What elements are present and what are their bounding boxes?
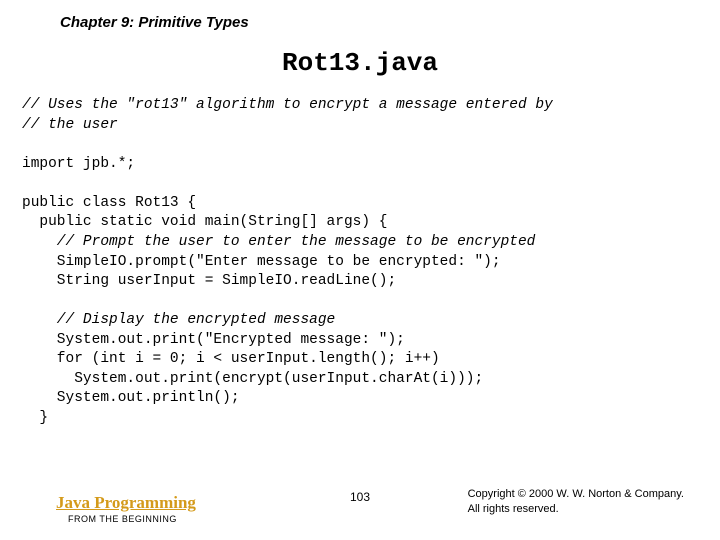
code-line: public static void main(String[] args) { bbox=[22, 214, 387, 230]
code-comment: // Prompt the user to enter the message … bbox=[22, 234, 535, 250]
code-line: System.out.println(); bbox=[22, 390, 240, 406]
footer-left: Java Programming FROM THE BEGINNING bbox=[56, 493, 196, 524]
code-line: public class Rot13 { bbox=[22, 195, 196, 211]
copyright-line: All rights reserved. bbox=[468, 502, 684, 516]
code-comment: // Display the encrypted message bbox=[22, 312, 335, 328]
code-line: String userInput = SimpleIO.readLine(); bbox=[22, 273, 396, 289]
code-line: for (int i = 0; i < userInput.length(); … bbox=[22, 351, 440, 367]
page-number: 103 bbox=[350, 490, 370, 504]
footer: Java Programming FROM THE BEGINNING 103 … bbox=[0, 476, 720, 526]
copyright-line: Copyright © 2000 W. W. Norton & Company. bbox=[468, 487, 684, 501]
book-title: Java Programming bbox=[56, 493, 196, 513]
code-line: System.out.print(encrypt(userInput.charA… bbox=[22, 371, 483, 387]
code-comment: // Uses the "rot13" algorithm to encrypt… bbox=[22, 97, 553, 113]
copyright: Copyright © 2000 W. W. Norton & Company.… bbox=[468, 487, 684, 516]
code-comment: // the user bbox=[22, 117, 118, 133]
code-block: // Uses the "rot13" algorithm to encrypt… bbox=[22, 96, 710, 429]
code-line: SimpleIO.prompt("Enter message to be enc… bbox=[22, 254, 501, 270]
file-title: Rot13.java bbox=[0, 48, 720, 78]
code-line: System.out.print("Encrypted message: "); bbox=[22, 332, 405, 348]
code-line: import jpb.*; bbox=[22, 156, 135, 172]
chapter-heading: Chapter 9: Primitive Types bbox=[60, 14, 249, 31]
book-subtitle: FROM THE BEGINNING bbox=[68, 514, 196, 524]
code-line: } bbox=[22, 410, 48, 426]
